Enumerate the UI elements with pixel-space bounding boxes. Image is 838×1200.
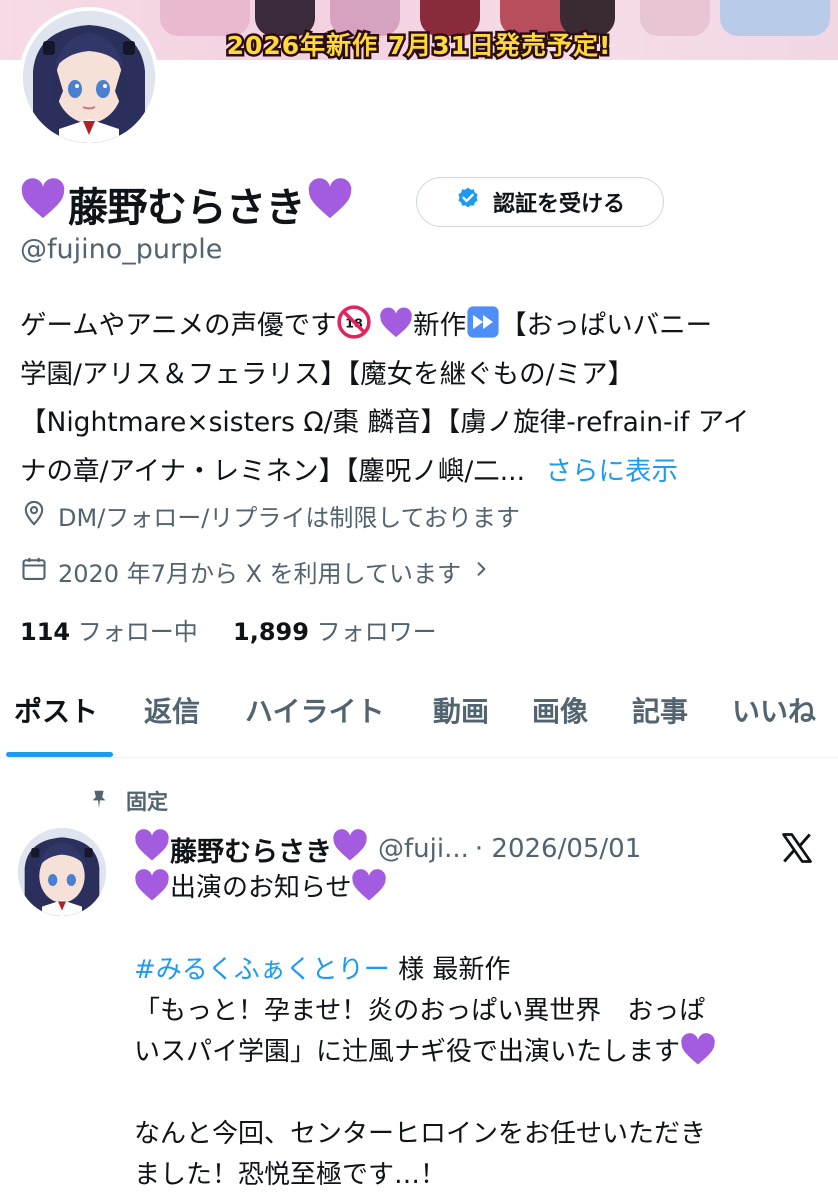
profile-joined[interactable]: 2020 年7月から X を利用しています	[20, 554, 491, 589]
chevron-right-icon	[471, 558, 491, 586]
followers-link[interactable]: 1,899 フォロワー	[233, 618, 437, 646]
display-name: 藤野むらさき	[20, 176, 353, 232]
purple-heart-icon	[134, 868, 170, 909]
followers-count: 1,899	[233, 618, 309, 646]
no-under-18-icon: 18	[337, 305, 371, 356]
verified-badge-icon	[455, 186, 481, 218]
tab-videos[interactable]: 動画	[433, 678, 489, 758]
post-author-name[interactable]: 藤野むらさき	[170, 830, 332, 869]
bio-line: 学園/アリス＆フェラリス】【魔女を継ぐもの/ミア】	[20, 358, 635, 390]
post-line: 「もっと！孕ませ！炎のおっぱい異世界 おっぱ	[134, 996, 706, 1026]
post-line: ました！恐悦至極です…！	[134, 1160, 447, 1190]
purple-heart-icon	[332, 829, 368, 869]
profile-location: DM/フォロー/リプライは制限しております	[20, 498, 520, 533]
tab-images[interactable]: 画像	[532, 678, 588, 758]
fast-forward-icon	[466, 305, 500, 356]
tab-articles[interactable]: 記事	[632, 678, 688, 758]
bio-line: 【おっぱいバニー	[500, 310, 713, 341]
bio-line: 【Nightmare×sisters Ω/棗 麟音】【虜ノ旋律-refrain-…	[20, 407, 750, 438]
purple-heart-icon	[680, 1032, 716, 1073]
post-line: 出演のお知らせ	[170, 873, 352, 903]
display-name-text: 藤野むらさき	[68, 185, 306, 231]
x-logo-icon[interactable]	[778, 830, 816, 870]
profile-bio: ゲームやアニメの声優です18 新作 【おっぱいバニー 学園/アリス＆フェラリス】【…	[20, 302, 820, 496]
post-line	[134, 909, 814, 950]
post-author-handle[interactable]: @fuji...	[378, 834, 469, 864]
get-verified-button[interactable]: 認証を受ける	[416, 177, 664, 227]
post-line: いスパイ学園」に辻風ナギ役で出演いたします	[134, 1037, 681, 1067]
location-text: DM/フォロー/リプライは制限しております	[58, 504, 520, 532]
bio-line: 新作	[413, 310, 467, 341]
post-text: 出演のお知らせ #みるくふぁくとりー 様 最新作 「もっと！孕ませ！炎のおっぱい…	[134, 868, 814, 1196]
tab-likes[interactable]: いいね	[732, 678, 816, 758]
purple-heart-icon	[307, 178, 353, 230]
post-line	[134, 1073, 814, 1114]
get-verified-label: 認証を受ける	[492, 192, 625, 217]
followers-label: フォロワー	[316, 618, 437, 646]
follow-stats: 114 フォロー中 1,899 フォロワー	[20, 612, 437, 647]
following-count: 114	[20, 618, 71, 646]
tab-replies[interactable]: 返信	[144, 678, 200, 758]
purple-heart-icon	[351, 868, 387, 909]
tab-highlights[interactable]: ハイライト	[245, 678, 384, 758]
pinned-indicator: 固定	[88, 786, 168, 816]
calendar-icon	[20, 555, 48, 589]
post-author-avatar[interactable]	[18, 828, 106, 916]
post-line: 様 最新作	[398, 955, 511, 985]
purple-heart-icon	[20, 178, 66, 230]
purple-heart-icon	[379, 307, 413, 356]
following-label: フォロー中	[77, 618, 198, 646]
post-hashtag-link[interactable]: #みるくふぁくとりー	[134, 955, 390, 985]
bio-line: ゲームやアニメの声優です	[20, 310, 337, 341]
joined-text: 2020 年7月から X を利用しています	[58, 560, 461, 588]
bio-line: ナの章/アイナ・レミネン】【鏖呪ノ嶼/二...	[20, 455, 526, 487]
post-date[interactable]: · 2026/05/01	[475, 834, 641, 864]
show-more-link[interactable]: さらに表示	[545, 456, 678, 487]
profile-tabs: ポスト 返信 ハイライト 動画 画像 記事 いいね	[0, 678, 838, 758]
post-header: 藤野むらさき @fuji... · 2026/05/01	[134, 826, 641, 872]
active-tab-indicator	[6, 752, 113, 757]
post-line: なんと今回、センターヒロインをお任せいただき	[134, 1119, 707, 1149]
tab-posts[interactable]: ポスト	[14, 678, 98, 758]
pin-icon	[88, 787, 110, 816]
profile-avatar[interactable]	[19, 7, 159, 147]
profile-handle: @fujino_purple	[20, 234, 223, 265]
pinned-label: 固定	[126, 790, 168, 814]
location-pin-icon	[20, 499, 48, 533]
following-link[interactable]: 114 フォロー中	[20, 618, 198, 646]
purple-heart-icon	[134, 829, 170, 869]
